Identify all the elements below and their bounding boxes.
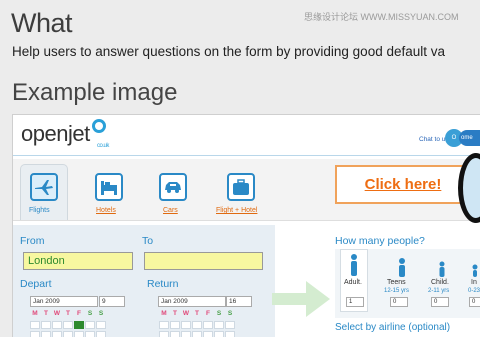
from-label: From (20, 235, 45, 247)
example-screenshot: openjet co.uk Chat to us O ome Flights H… (12, 114, 480, 337)
calendar-day[interactable] (30, 321, 40, 329)
infant-count-select[interactable]: 0 (469, 297, 480, 307)
calendar-day[interactable] (30, 331, 40, 337)
weekday-wed: W (182, 310, 190, 317)
adult-person-icon (348, 253, 360, 277)
tab-hotels[interactable]: Hotels (96, 207, 116, 214)
plane-icon[interactable] (30, 173, 58, 201)
calendar-day[interactable] (214, 331, 224, 337)
logo-domain: co.uk (97, 143, 109, 149)
calendar-day[interactable] (181, 321, 191, 329)
description-text: Help users to answer questions on the fo… (12, 44, 446, 59)
calendar-day[interactable] (52, 321, 62, 329)
weekday-sun: S (227, 310, 233, 317)
to-label: To (142, 235, 154, 247)
suitcase-icon[interactable] (227, 173, 255, 201)
depart-day-select[interactable]: 9 (99, 296, 125, 307)
weekday-wed: W (53, 310, 61, 317)
child-count-select[interactable]: 0 (431, 297, 449, 307)
calendar-day[interactable] (203, 321, 213, 329)
calendar-day[interactable] (74, 331, 84, 337)
weekday-sat: S (87, 310, 93, 317)
weekday-mon: M (32, 310, 38, 317)
from-field[interactable]: London (23, 252, 133, 270)
weekday-mon: M (161, 310, 167, 317)
calendar-day[interactable] (159, 321, 169, 329)
depart-calendar-row (30, 321, 106, 329)
return-day-select[interactable]: 16 (226, 296, 252, 307)
weekday-fri: F (206, 310, 210, 317)
weekday-thu: T (66, 310, 70, 317)
bed-icon[interactable] (95, 173, 123, 201)
depart-weekday-row: M T W T F S S (30, 310, 106, 317)
calendar-day[interactable] (170, 331, 180, 337)
weekday-fri: F (77, 310, 81, 317)
teen-person-icon (396, 257, 408, 281)
calendar-day[interactable] (214, 321, 224, 329)
return-month-select[interactable]: Jan 2009 (158, 296, 226, 307)
teens-label: Teens (387, 279, 406, 286)
people-label: How many people? (335, 235, 425, 247)
return-weekday-row: M T W T F S S (159, 310, 235, 317)
header-divider (13, 155, 480, 156)
tab-flight-hotel[interactable]: Flight + Hotel (216, 207, 257, 214)
calendar-day[interactable] (225, 331, 235, 337)
calendar-day[interactable] (203, 331, 213, 337)
calendar-day[interactable] (225, 321, 235, 329)
infant-age: 0-23 (468, 288, 480, 294)
calendar-day[interactable] (192, 331, 202, 337)
weekday-tue: T (173, 310, 177, 317)
infant-label: In (471, 279, 477, 286)
calendar-day[interactable] (41, 331, 51, 337)
weekday-thu: T (195, 310, 199, 317)
calendar-day-selected[interactable] (74, 321, 84, 329)
chat-badge[interactable]: ome (459, 130, 480, 146)
to-field[interactable] (144, 252, 263, 270)
return-calendar-row (159, 321, 235, 329)
section-heading: Example image (12, 79, 178, 106)
adult-count-select[interactable]: 1 (346, 297, 364, 307)
return-calendar-row (159, 331, 235, 337)
calendar-day[interactable] (170, 321, 180, 329)
airline-label: Select by airline (optional) (335, 322, 451, 333)
calendar-day[interactable] (63, 321, 73, 329)
calendar-day[interactable] (96, 321, 106, 329)
tab-cars[interactable]: Cars (163, 207, 178, 214)
weekday-sat: S (216, 310, 222, 317)
calendar-day[interactable] (41, 321, 51, 329)
teens-count-select[interactable]: 0 (390, 297, 408, 307)
arrow-right-icon (270, 277, 332, 326)
page-heading: What (11, 8, 73, 38)
child-age: 2-11 yrs (428, 288, 450, 294)
click-here-banner[interactable]: Click here! (335, 165, 471, 204)
calendar-day[interactable] (181, 331, 191, 337)
depart-label: Depart (20, 278, 52, 290)
depart-calendar-row (30, 331, 106, 337)
calendar-day[interactable] (192, 321, 202, 329)
calendar-day[interactable] (96, 331, 106, 337)
depart-month-select[interactable]: Jan 2009 (30, 296, 98, 307)
child-label: Child. (431, 279, 449, 286)
openjet-logo[interactable]: openjet co.uk (21, 119, 109, 149)
calendar-day[interactable] (85, 321, 95, 329)
weekday-sun: S (98, 310, 104, 317)
teens-age: 12-15 yrs (384, 288, 410, 294)
calendar-day[interactable] (85, 331, 95, 337)
calendar-day[interactable] (159, 331, 169, 337)
car-icon[interactable] (159, 173, 187, 201)
tab-flights[interactable]: Flights (29, 207, 50, 214)
calendar-day[interactable] (63, 331, 73, 337)
weekday-tue: T (44, 310, 48, 317)
logo-ring-icon (92, 119, 106, 133)
logo-text: openjet (21, 121, 90, 146)
watermark: 思缘设计论坛 WWW.MISSYUAN.COM (304, 12, 459, 22)
return-label: Return (147, 278, 179, 290)
adult-label: Adult. (344, 279, 362, 286)
calendar-day[interactable] (52, 331, 62, 337)
